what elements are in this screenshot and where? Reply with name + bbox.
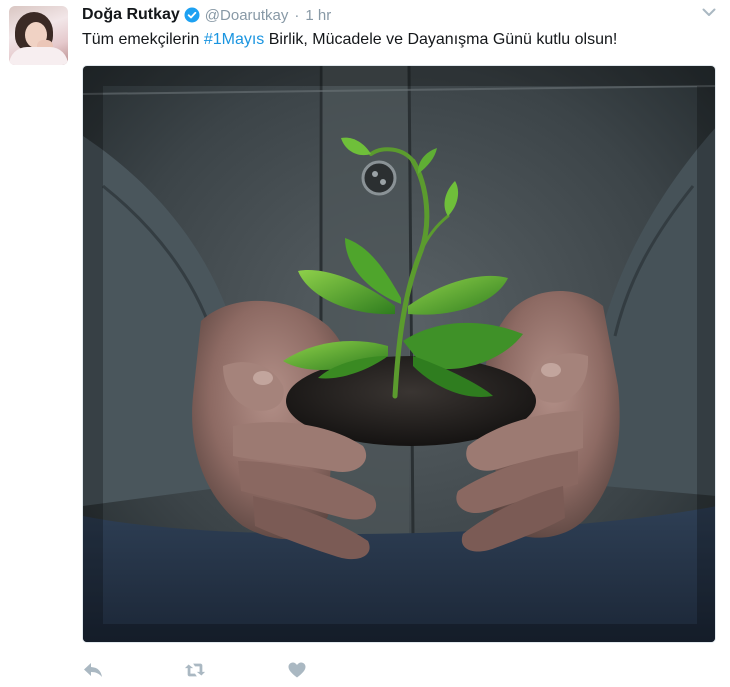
hands-holding-seedling-photo — [83, 66, 715, 642]
like-icon[interactable] — [286, 660, 308, 680]
tweet-header: Doğa Rutkay @Doarutkay · 1 hr — [82, 5, 331, 25]
avatar[interactable] — [9, 6, 68, 65]
screen-name[interactable]: @Doarutkay — [205, 7, 289, 24]
timestamp[interactable]: 1 hr — [305, 7, 331, 24]
retweet-icon[interactable] — [184, 660, 206, 680]
tweet-actions — [82, 658, 308, 682]
tweet-photo[interactable] — [82, 65, 716, 643]
hashtag-link[interactable]: #1Mayıs — [204, 31, 264, 48]
separator-dot: · — [294, 6, 300, 24]
tweet: Doğa Rutkay @Doarutkay · 1 hr Tüm emekçi… — [0, 0, 730, 687]
tweet-text: Tüm emekçilerin #1Mayıs Birlik, Mücadele… — [82, 29, 617, 51]
tweet-text-before: Tüm emekçilerin — [82, 31, 204, 48]
chevron-down-icon[interactable] — [699, 4, 719, 20]
reply-icon[interactable] — [82, 660, 104, 680]
display-name[interactable]: Doğa Rutkay — [82, 6, 180, 24]
verified-badge-icon — [184, 7, 200, 23]
tweet-text-after: Birlik, Mücadele ve Dayanışma Günü kutlu… — [264, 31, 618, 48]
